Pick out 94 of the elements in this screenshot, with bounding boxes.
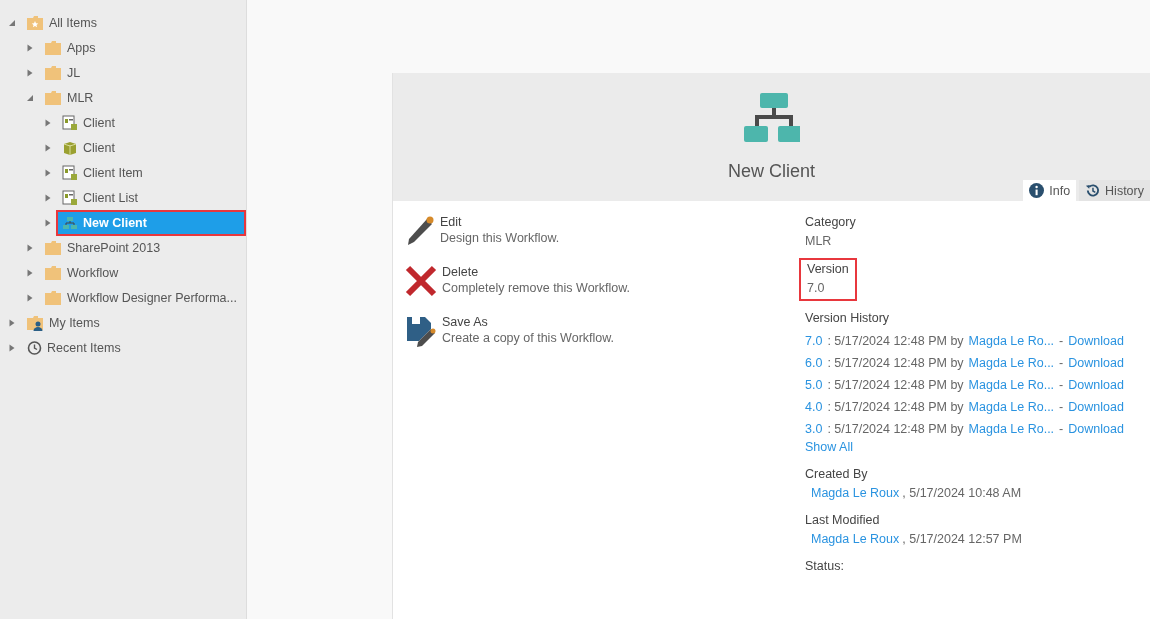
expand-arrow-icon[interactable] [8,343,16,352]
tree-item[interactable]: Client [58,136,119,159]
version-detail: : 5/17/2024 12:48 PM by [827,356,964,370]
tree-item[interactable]: My Items [22,311,104,334]
tree-item[interactable]: Workflow Designer Performa... [40,286,241,309]
tree-item[interactable]: Recent Items [22,336,125,359]
field-label: Last Modified [805,513,881,527]
item-title: New Client [728,161,815,182]
date-text: , 5/17/2024 12:57 PM [902,532,1022,546]
version-link[interactable]: 6.0 [805,356,823,370]
folder-icon [44,64,62,81]
box-icon [62,139,78,156]
collapse-arrow-icon[interactable] [8,18,16,27]
folder-icon [44,264,62,281]
date-text: , 5/17/2024 10:48 AM [902,486,1022,500]
user-link[interactable]: Magda Le Roux [811,486,900,500]
expand-arrow-icon[interactable] [44,143,52,152]
expand-arrow-icon[interactable] [44,118,52,127]
tree-item[interactable]: Client [58,111,119,134]
user-link[interactable]: Magda Le Ro... [968,422,1055,436]
history-icon [26,339,42,356]
user-link[interactable]: Magda Le Ro... [968,378,1055,392]
field-label: Status: [805,559,845,573]
delete-icon[interactable] [405,265,437,297]
user-link[interactable]: Magda Le Ro... [968,356,1055,370]
version-link[interactable]: 3.0 [805,422,823,436]
workflow-icon [62,214,78,231]
dash-text: - [1059,356,1064,370]
user-link[interactable]: Magda Le Ro... [968,334,1055,348]
version-detail: : 5/17/2024 12:48 PM by [827,400,964,414]
tree-item[interactable]: SharePoint 2013 [40,236,165,259]
field-label: Version [807,262,849,276]
download-link[interactable]: Download [1068,400,1124,414]
document-icon [62,114,78,131]
expand-arrow-icon[interactable] [26,68,34,77]
dash-text: - [1059,422,1064,436]
field-label: Created By [805,467,869,481]
expand-arrow-icon[interactable] [26,243,34,252]
download-link[interactable]: Download [1068,334,1124,348]
version-detail: : 5/17/2024 12:48 PM by [827,378,964,392]
tree-item[interactable]: Workflow [40,261,123,284]
download-link[interactable]: Download [1068,422,1124,436]
user-folder-icon [26,314,44,331]
action-description: Completely remove this Workflow. [442,281,631,295]
field-label: Version History [805,311,891,325]
action-description: Create a copy of this Workflow. [442,331,615,345]
field-value: MLR [805,234,833,248]
form-icon [62,189,78,206]
tree-item[interactable]: Client Item [58,161,147,184]
download-link[interactable]: Download [1068,356,1124,370]
expand-arrow-icon[interactable] [44,168,52,177]
collapse-arrow-icon[interactable] [26,93,34,102]
action-description: Design this Workflow. [440,231,560,245]
expand-arrow-icon[interactable] [26,268,34,277]
user-link[interactable]: Magda Le Roux [811,532,900,546]
tree-item[interactable]: All Items [22,11,101,34]
pencil-icon[interactable] [405,215,435,247]
show-all-link[interactable]: Show All [805,440,853,454]
tree-item[interactable]: JL [40,61,85,84]
tree-item[interactable]: Apps [40,36,100,59]
dash-text: - [1059,378,1064,392]
action-link[interactable]: Save As [442,315,615,329]
form-icon [62,164,78,181]
version-detail: : 5/17/2024 12:48 PM by [827,422,964,436]
folder-icon [44,239,62,256]
tree-item[interactable]: MLR [40,86,98,109]
tab[interactable]: Info [1023,180,1077,201]
info-icon [1029,183,1045,198]
action-link[interactable]: Delete [442,265,631,279]
action-link[interactable]: Edit [440,215,560,229]
expand-arrow-icon[interactable] [44,218,52,227]
tree-item[interactable]: Client List [58,186,142,209]
expand-arrow-icon[interactable] [26,43,34,52]
field-label: Category [805,215,857,229]
expand-arrow-icon[interactable] [44,193,52,202]
version-link[interactable]: 5.0 [805,378,823,392]
folder-icon [44,89,62,106]
dash-text: - [1059,334,1064,348]
dash-text: - [1059,400,1064,414]
tree-item[interactable]: New Client [58,211,244,234]
history-icon [1085,183,1101,198]
folder-icon [44,289,62,306]
user-link[interactable]: Magda Le Ro... [968,400,1055,414]
folder-icon [44,39,62,56]
version-link[interactable]: 4.0 [805,400,823,414]
save-as-icon[interactable] [405,315,437,347]
field-value: 7.0 [807,281,826,295]
expand-arrow-icon[interactable] [26,293,34,302]
tab[interactable]: History [1079,180,1150,201]
star-folder-icon [26,14,44,31]
version-link[interactable]: 7.0 [805,334,823,348]
expand-arrow-icon[interactable] [8,318,16,327]
download-link[interactable]: Download [1068,378,1124,392]
version-detail: : 5/17/2024 12:48 PM by [827,334,964,348]
